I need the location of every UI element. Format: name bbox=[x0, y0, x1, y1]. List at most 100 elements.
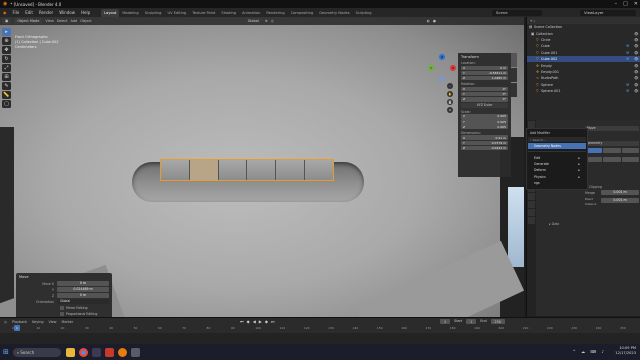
rotation-z[interactable]: Z 0° bbox=[461, 97, 508, 102]
tab-uv-editing[interactable]: UV Editing bbox=[164, 9, 189, 17]
measure-icon[interactable]: 📏 bbox=[2, 91, 11, 99]
tab-modeling[interactable]: Modeling bbox=[119, 9, 141, 17]
location-z[interactable]: Z 1.0485 m bbox=[461, 75, 508, 81]
jump-end-icon[interactable]: ⏭ bbox=[271, 319, 275, 324]
eye-icon[interactable]: 👁 bbox=[634, 70, 640, 74]
current-frame-field[interactable]: 1 bbox=[440, 319, 451, 324]
rotation-mode-selector[interactable]: XYZ Euler bbox=[461, 102, 508, 108]
app-icon[interactable] bbox=[104, 347, 114, 357]
axis-y-toggle[interactable] bbox=[603, 148, 621, 153]
mode-selector[interactable]: Object Mode bbox=[14, 18, 43, 24]
move-x-field[interactable]: 0 m bbox=[57, 281, 109, 286]
select-box-icon[interactable]: ▸ bbox=[2, 28, 11, 36]
mirror-editing-checkbox[interactable]: Mirror Editing bbox=[19, 306, 109, 310]
add-menu[interactable]: Add bbox=[71, 19, 78, 23]
clock[interactable]: 10:09 PM 12/17/2023 bbox=[615, 346, 636, 356]
tab-rendering[interactable]: Rendering bbox=[263, 9, 287, 17]
start-frame-field[interactable]: 1 bbox=[466, 319, 477, 324]
axis-z-toggle[interactable] bbox=[621, 148, 639, 153]
eye-icon[interactable]: 👁 bbox=[634, 51, 640, 55]
snap-icon[interactable]: ⊕ bbox=[265, 19, 268, 23]
data-tab-icon[interactable] bbox=[528, 209, 535, 216]
proportional-editing-checkbox[interactable]: Proportional Editing bbox=[19, 312, 109, 316]
orientation-dropdown[interactable]: Global bbox=[57, 299, 109, 304]
gizmo-x-icon[interactable]: X bbox=[450, 65, 456, 71]
overlay-icon[interactable]: ◐ bbox=[427, 19, 430, 23]
annotate-icon[interactable]: ✎ bbox=[2, 82, 11, 90]
filter-icon[interactable]: ⏷ ⌕ bbox=[530, 19, 536, 23]
windows-start-icon[interactable]: ⊞ bbox=[3, 348, 9, 356]
system-tray-icons[interactable]: ^ ☁ ⌨ ♪ bbox=[573, 349, 607, 354]
tab-sculpting[interactable]: Sculpting bbox=[142, 9, 165, 17]
scale-icon[interactable]: ⤢ bbox=[2, 64, 11, 72]
rotation-y[interactable]: Y 0° bbox=[461, 91, 508, 97]
rotate-icon[interactable]: ↻ bbox=[2, 55, 11, 63]
jump-start-icon[interactable]: ⏮ bbox=[240, 319, 244, 324]
menu-item-geometry-nodes[interactable]: Geometry Nodes bbox=[528, 143, 586, 150]
selected-mesh[interactable] bbox=[160, 159, 334, 181]
tab-view[interactable] bbox=[511, 83, 517, 97]
eye-icon[interactable]: 👁 bbox=[634, 57, 640, 61]
playhead[interactable]: 1 bbox=[14, 325, 20, 331]
modifier-name-field[interactable]: geometry bbox=[585, 141, 639, 146]
add-modifier-button[interactable]: Move bbox=[585, 126, 639, 131]
browser-icon[interactable] bbox=[91, 347, 101, 357]
bisect-z-toggle[interactable] bbox=[621, 156, 639, 162]
tab-animation[interactable]: Animation bbox=[239, 9, 263, 17]
marker-menu[interactable]: Marker bbox=[62, 320, 74, 324]
scene-selector[interactable]: Scene bbox=[492, 9, 542, 16]
move-z-field[interactable]: 0 m bbox=[57, 293, 109, 298]
constraints-tab-icon[interactable] bbox=[528, 201, 535, 208]
play-icon[interactable]: ▶ bbox=[259, 319, 262, 324]
play-reverse-icon[interactable]: ◀ bbox=[253, 319, 256, 324]
scale-y[interactable]: Y 0.005 bbox=[461, 119, 508, 124]
dimensions-x[interactable]: X 0.41 m bbox=[461, 135, 508, 140]
eye-icon[interactable]: 👁 bbox=[634, 64, 640, 68]
add-cube-icon[interactable]: ▢ bbox=[2, 100, 11, 108]
chrome-icon[interactable] bbox=[78, 347, 88, 357]
physics-tab-icon[interactable] bbox=[528, 193, 535, 200]
media-icon[interactable] bbox=[130, 347, 140, 357]
gizmo-z-icon[interactable]: Z bbox=[439, 54, 445, 60]
tool-tab-icon[interactable] bbox=[528, 121, 535, 128]
tab-scripting[interactable]: Scripting bbox=[353, 9, 375, 17]
location-y[interactable]: Y -0.53411 m bbox=[461, 70, 508, 76]
eye-icon[interactable]: 👁 bbox=[634, 76, 640, 80]
blender-taskbar-icon[interactable] bbox=[117, 347, 127, 357]
end-frame-field[interactable]: 250 bbox=[490, 319, 505, 324]
scale-z[interactable]: Z 0.005 bbox=[461, 124, 508, 129]
3d-viewport[interactable]: ▣ Object Mode View Select Add Object Glo… bbox=[0, 17, 524, 317]
location-x[interactable]: X 0 m bbox=[461, 65, 508, 71]
menu-footer-item[interactable]: ngs bbox=[528, 180, 586, 186]
tab-geometry-nodes[interactable]: Geometry Nodes bbox=[316, 9, 352, 17]
shading-solid-icon[interactable]: ● bbox=[433, 19, 436, 23]
menu-help[interactable]: Help bbox=[78, 10, 93, 15]
frame-ruler[interactable]: 0 10 20 30 40 50 60 70 80 90 100 110 120 130 140 150 160… bbox=[12, 326, 630, 332]
dimensions-z[interactable]: Z 0.0443 m bbox=[461, 145, 508, 151]
gizmo-y-icon[interactable]: Y bbox=[428, 65, 434, 71]
view-layer-selector[interactable]: ViewLayer bbox=[580, 9, 636, 16]
transform-icon[interactable]: ⊞ bbox=[2, 73, 11, 81]
tab-layout[interactable]: Layout bbox=[101, 8, 120, 17]
view-menu[interactable]: View bbox=[49, 320, 57, 324]
menu-file[interactable]: File bbox=[10, 10, 23, 15]
minimize-icon[interactable]: – bbox=[615, 1, 618, 7]
close-icon[interactable]: ✕ bbox=[634, 1, 638, 7]
keying-menu[interactable]: Keying bbox=[32, 320, 43, 324]
rotation-x[interactable]: X 0° bbox=[461, 86, 508, 92]
menu-render[interactable]: Render bbox=[36, 10, 56, 15]
select-menu[interactable]: Select bbox=[57, 19, 68, 23]
eye-icon[interactable]: 👁 bbox=[634, 83, 640, 87]
tab-compositing[interactable]: Compositing bbox=[288, 9, 317, 17]
taskbar-search[interactable]: ⌕ Search bbox=[12, 347, 61, 357]
gizmo-neg-z-icon[interactable] bbox=[439, 76, 445, 82]
outliner-row[interactable]: ▽ Sphere.001 ⚒ 👁 bbox=[527, 88, 640, 94]
tab-item[interactable] bbox=[511, 53, 517, 67]
data-panel-header[interactable]: ▸ Data bbox=[549, 222, 559, 227]
eye-icon[interactable]: 👁 bbox=[634, 44, 640, 48]
next-key-icon[interactable]: ◆ bbox=[265, 319, 268, 324]
move-icon[interactable]: ✥ bbox=[2, 46, 11, 54]
object-menu[interactable]: Object bbox=[80, 19, 91, 23]
editor-type-icon[interactable]: ▣ bbox=[2, 18, 12, 24]
view-menu[interactable]: View bbox=[45, 19, 53, 23]
